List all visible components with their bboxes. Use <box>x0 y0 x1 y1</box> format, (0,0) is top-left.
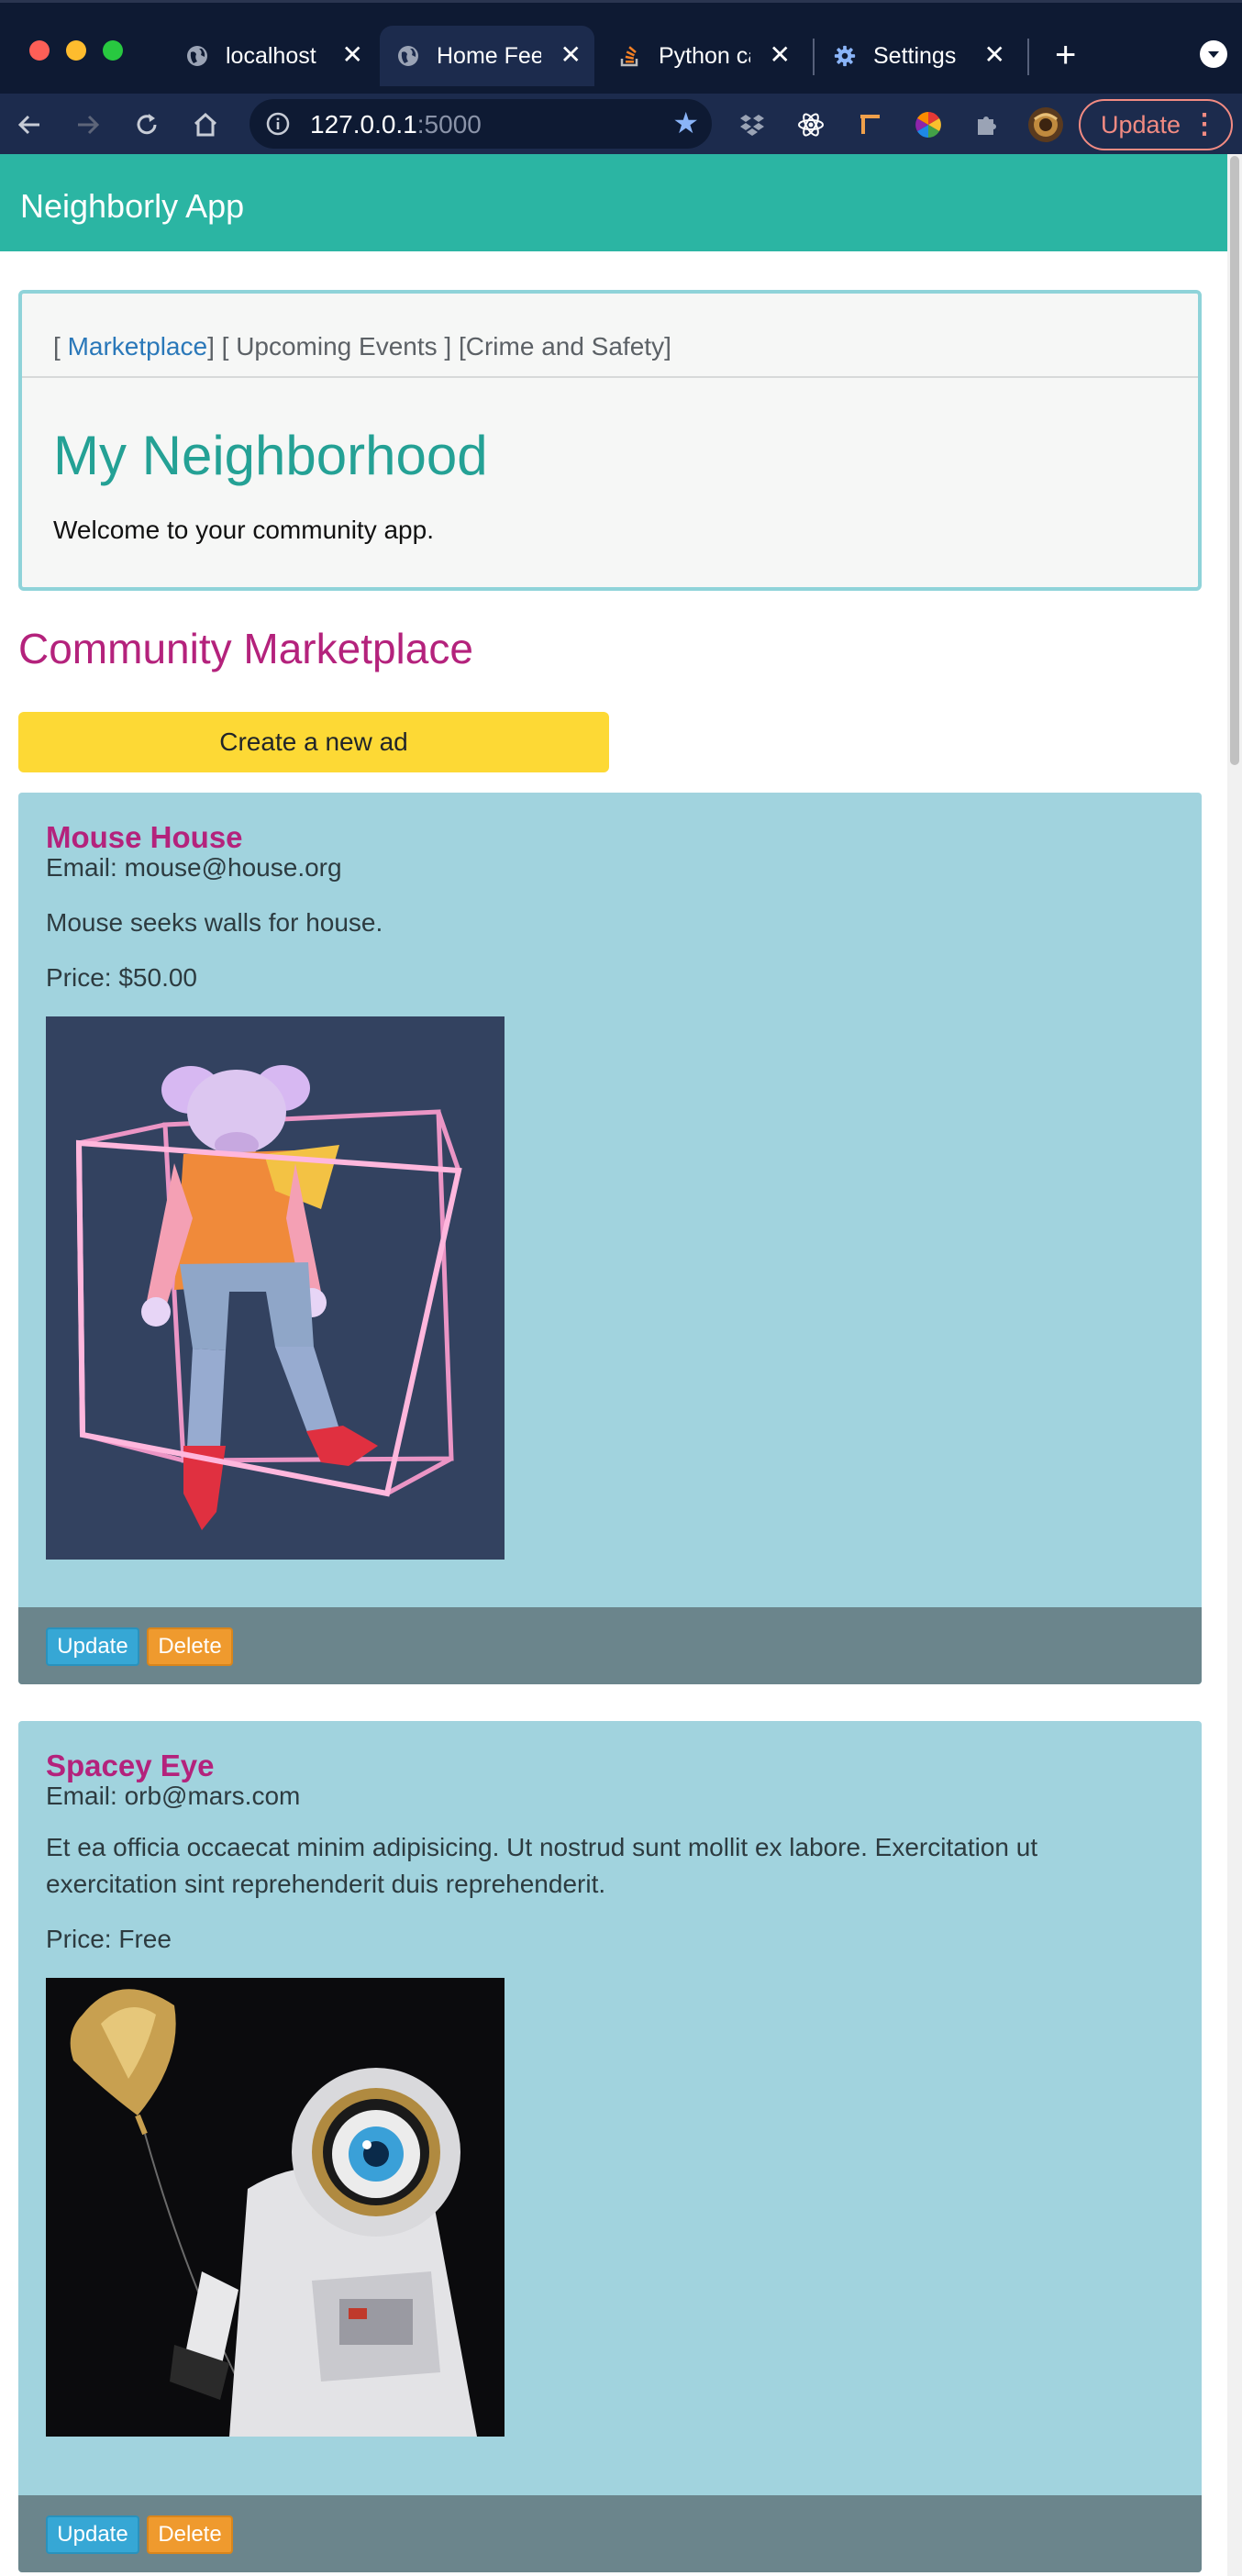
home-button[interactable] <box>187 106 224 143</box>
info-icon[interactable] <box>266 112 290 136</box>
forward-button[interactable] <box>70 106 106 143</box>
reload-button[interactable] <box>128 106 165 143</box>
marketplace-link[interactable]: Marketplace <box>68 332 208 361</box>
ad-footer: Update Delete <box>18 2495 1202 2572</box>
ad-email: Email: orb@mars.com <box>46 1782 301 1810</box>
bookmark-star-icon[interactable]: ★ <box>672 108 699 138</box>
ad-description: Et ea officia occaecat minim adipisicing… <box>46 1833 1038 1898</box>
chevron-down-icon <box>1208 51 1219 58</box>
back-button[interactable] <box>11 106 48 143</box>
address-bar[interactable]: 127.0.0.1:5000 ★ <box>250 99 712 149</box>
delete-ad-button[interactable]: Delete <box>147 1627 233 1666</box>
update-ad-button[interactable]: Update <box>46 1627 139 1666</box>
browser-update-label: Update <box>1101 110 1181 139</box>
tab-search-button[interactable] <box>1200 40 1227 68</box>
window-top-edge <box>0 0 1242 3</box>
tab-settings[interactable]: Settings ✕ <box>816 26 1018 86</box>
tab-title: Python ca <box>659 42 750 69</box>
divider <box>22 376 1198 378</box>
close-window-button[interactable] <box>29 40 50 61</box>
ad-footer: Update Delete <box>18 1607 1202 1684</box>
arrow-right-icon <box>78 115 100 135</box>
tab-localhost[interactable]: localhost ✕ <box>169 26 376 86</box>
close-tab-icon[interactable]: ✕ <box>770 42 791 68</box>
browser-update-button[interactable]: Update ⋮ <box>1079 99 1233 150</box>
browser-tab-bar: localhost ✕ Home Feed ✕ Python ca ✕ Sett… <box>0 0 1242 94</box>
section-links: [ Marketplace] [ Upcoming Events ] [Crim… <box>53 332 671 361</box>
stackoverflow-icon <box>618 44 642 68</box>
link-prefix: [ <box>53 332 68 361</box>
ad-price: Price: Free <box>46 1925 172 1953</box>
tab-python[interactable]: Python ca ✕ <box>602 26 804 86</box>
profile-avatar[interactable] <box>1027 106 1064 143</box>
puzzle-icon[interactable] <box>969 106 1005 143</box>
tab-separator <box>813 39 815 75</box>
tab-title: Settings <box>873 42 957 69</box>
update-ad-button[interactable]: Update <box>46 2515 139 2554</box>
ad-email: Email: mouse@house.org <box>46 853 342 882</box>
ruler-icon[interactable] <box>851 106 888 143</box>
ad-image-mouse <box>46 1016 505 1560</box>
globe-icon <box>185 44 209 68</box>
color-wheel-icon[interactable] <box>910 106 947 143</box>
close-tab-icon[interactable]: ✕ <box>984 42 1005 68</box>
welcome-text: Welcome to your community app. <box>53 516 434 544</box>
close-tab-icon[interactable]: ✕ <box>342 42 363 68</box>
create-ad-button[interactable]: Create a new ad <box>18 712 609 772</box>
more-options-icon[interactable]: ⋮ <box>1191 108 1218 140</box>
neighborhood-jumbotron: [ Marketplace] [ Upcoming Events ] [Crim… <box>18 290 1202 591</box>
maximize-window-button[interactable] <box>103 40 123 61</box>
url-port: :5000 <box>416 110 482 139</box>
new-tab-button[interactable]: + <box>1055 37 1076 73</box>
tab-title: Home Feed <box>437 42 541 69</box>
ad-price: Price: $50.00 <box>46 963 197 992</box>
page-heading: My Neighborhood <box>53 425 488 486</box>
home-icon <box>194 112 217 137</box>
app-navbar: Neighborly App <box>0 154 1227 251</box>
tab-title: localhost <box>226 42 316 69</box>
react-icon[interactable] <box>793 106 829 143</box>
minimize-window-button[interactable] <box>66 40 86 61</box>
marketplace-title: Community Marketplace <box>18 625 473 672</box>
globe-icon <box>396 44 420 68</box>
page-viewport: Neighborly App [ Marketplace] [ Upcoming… <box>0 154 1242 2576</box>
gear-icon <box>833 44 857 68</box>
other-section-links[interactable]: ] [ Upcoming Events ] [Crime and Safety] <box>207 332 671 361</box>
app-brand[interactable]: Neighborly App <box>20 187 244 226</box>
ad-title: Mouse House <box>46 820 243 854</box>
ad-image-astronaut <box>46 1978 505 2437</box>
delete-ad-button[interactable]: Delete <box>147 2515 233 2554</box>
tab-separator <box>1027 39 1029 75</box>
scrollbar-thumb[interactable] <box>1230 156 1239 765</box>
reload-icon <box>137 114 157 135</box>
tab-home-feed[interactable]: Home Feed ✕ <box>380 26 594 86</box>
url-text: 127.0.0.1:5000 <box>310 110 482 139</box>
browser-toolbar: 127.0.0.1:5000 ★ Update ⋮ <box>0 94 1242 154</box>
page-scrollbar[interactable] <box>1227 154 1242 2576</box>
dropbox-icon[interactable] <box>734 106 771 143</box>
ad-title: Spacey Eye <box>46 1749 215 1782</box>
ad-description: Mouse seeks walls for house. <box>46 908 383 937</box>
close-tab-icon[interactable]: ✕ <box>560 42 582 68</box>
ad-card: Spacey Eye Email: orb@mars.com Et ea off… <box>18 1721 1202 2572</box>
url-host: 127.0.0.1 <box>310 110 417 139</box>
arrow-left-icon <box>17 115 39 135</box>
ad-card: Mouse House Email: mouse@house.org Mouse… <box>18 793 1202 1684</box>
